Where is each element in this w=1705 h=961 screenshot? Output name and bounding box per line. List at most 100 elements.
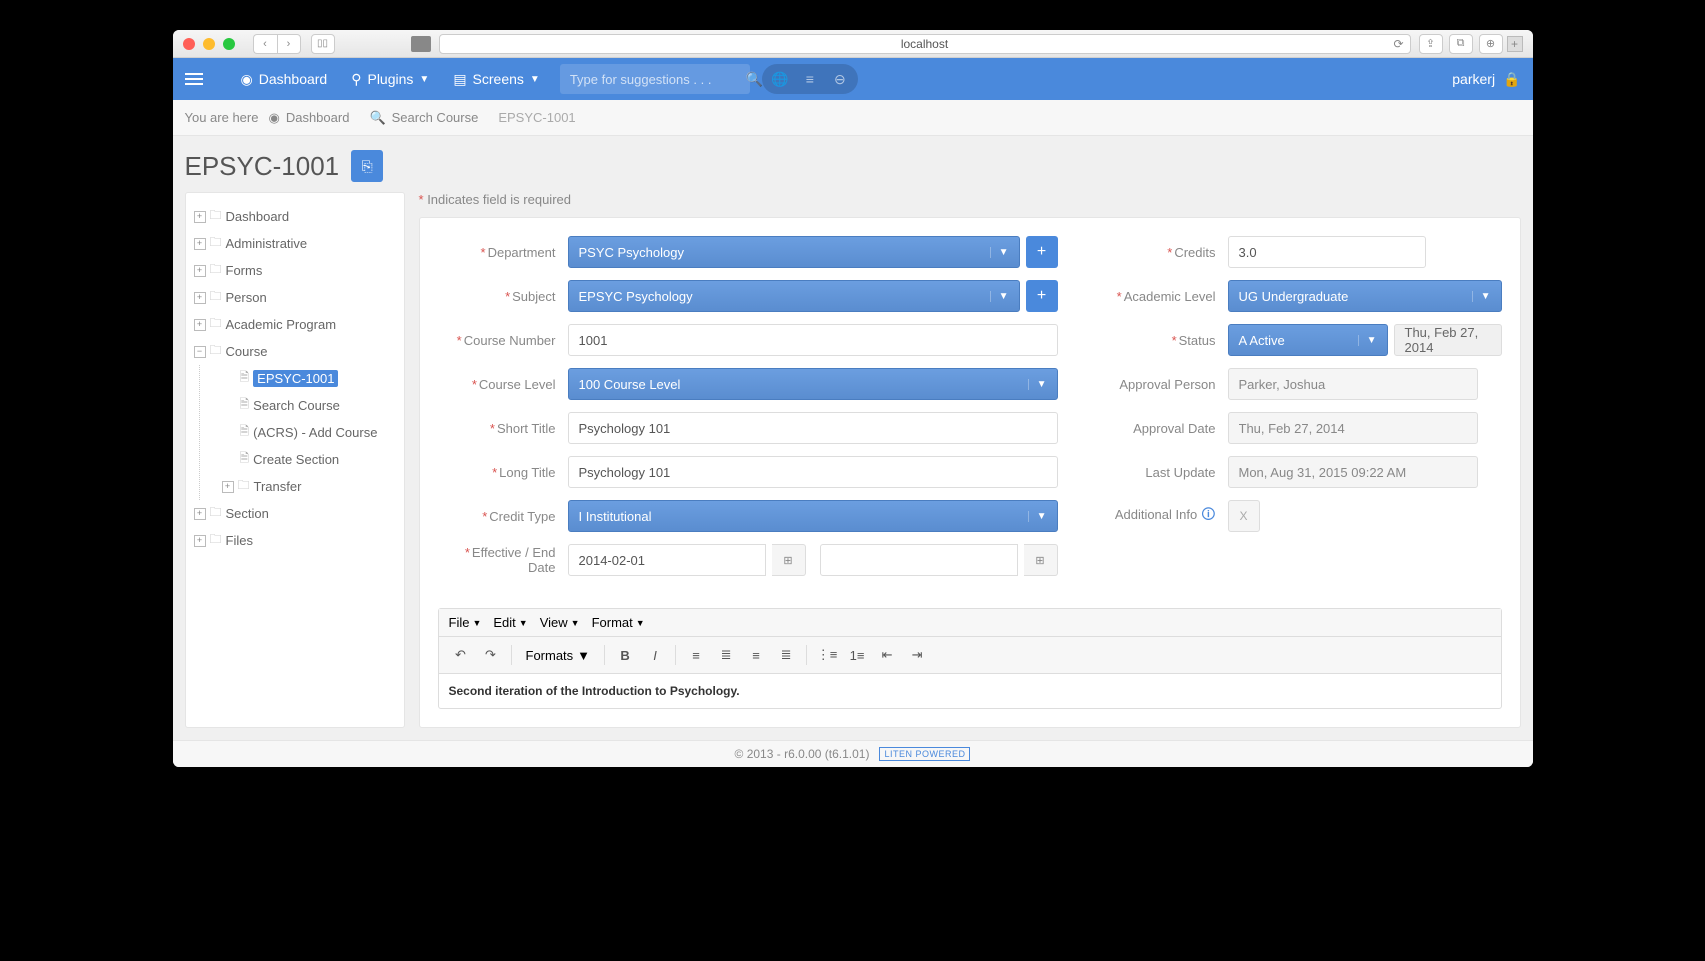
sidebar-item-transfer[interactable]: +🗀Transfer [210, 473, 396, 500]
breadcrumb-dashboard[interactable]: ◉ Dashboard [258, 110, 359, 126]
copy-button[interactable]: ⎘ [351, 150, 383, 182]
minus-circle-icon[interactable]: ⊖ [825, 67, 855, 91]
caret-down-icon: ▼ [530, 74, 540, 85]
sidebar-item-administrative[interactable]: +🗀Administrative [194, 230, 396, 257]
file-icon: 🗎 [240, 422, 250, 443]
label-additional-info: Additional Info🛈 [1098, 504, 1228, 528]
add-subject-button[interactable]: + [1026, 280, 1058, 312]
hamburger-menu[interactable] [185, 63, 217, 95]
editor-content[interactable]: Second iteration of the Introduction to … [439, 674, 1501, 708]
caret-down-icon: ▼ [1028, 511, 1047, 522]
caret-down-icon: ▼ [990, 291, 1009, 302]
sidebar-item-dashboard[interactable]: +🗀Dashboard [194, 203, 396, 230]
sidebar-item-epsyc-1001[interactable]: 🗎EPSYC-1001 [210, 365, 396, 392]
gauge-icon: ◉ [241, 71, 253, 88]
editor-menu-file[interactable]: File▼ [449, 615, 482, 630]
sidebar-item-add-course[interactable]: 🗎(ACRS) - Add Course [210, 419, 396, 446]
global-search[interactable]: 🔍 [560, 64, 750, 94]
input-course-number[interactable] [568, 324, 1058, 356]
reader-icon[interactable] [411, 36, 431, 52]
input-approval-person [1228, 368, 1478, 400]
nav-screens-label: Screens [473, 71, 524, 87]
maximize-window[interactable] [223, 38, 235, 50]
close-window[interactable] [183, 38, 195, 50]
back-button[interactable]: ‹ [253, 34, 277, 54]
input-end-date[interactable] [820, 544, 1018, 576]
bold-icon[interactable]: B [611, 641, 639, 669]
globe-icon[interactable]: 🌐 [765, 67, 795, 91]
sidebar-item-search-course[interactable]: 🗎Search Course [210, 392, 396, 419]
screens-icon: ▤ [453, 71, 466, 88]
nav-screens[interactable]: ▤ Screens ▼ [441, 58, 552, 100]
italic-icon[interactable]: I [641, 641, 669, 669]
align-center-icon[interactable]: ≣ [712, 641, 740, 669]
input-approval-date [1228, 412, 1478, 444]
formats-dropdown[interactable]: Formats▼ [518, 641, 599, 669]
align-left-icon[interactable]: ≡ [682, 641, 710, 669]
indent-icon[interactable]: ⇥ [903, 641, 931, 669]
gauge-icon: ◉ [268, 110, 279, 126]
tab-overview-button[interactable]: ▯▯ [311, 34, 335, 54]
tabs-icon[interactable]: ⧉ [1449, 34, 1473, 54]
input-effective-date[interactable] [568, 544, 766, 576]
sidebar-item-files[interactable]: +🗀Files [194, 527, 396, 554]
plug-icon: ⚲ [351, 71, 361, 88]
downloads-icon[interactable]: ⊕ [1479, 34, 1503, 54]
editor-menu-edit[interactable]: Edit▼ [493, 615, 527, 630]
window-controls [183, 38, 235, 50]
bullet-list-icon[interactable]: ⋮≡ [813, 641, 841, 669]
outdent-icon[interactable]: ⇤ [873, 641, 901, 669]
align-right-icon[interactable]: ≡ [742, 641, 770, 669]
input-long-title[interactable] [568, 456, 1058, 488]
editor-toolbar: ↶ ↷ Formats▼ B I ≡ ≣ ≡ ≣ ⋮≡ [439, 637, 1501, 674]
nav-dashboard[interactable]: ◉ Dashboard [229, 58, 340, 100]
refresh-icon[interactable]: ⟳ [1393, 37, 1403, 51]
url-field[interactable]: localhost ⟳ [439, 34, 1411, 54]
sidebar-item-academic-program[interactable]: +🗀Academic Program [194, 311, 396, 338]
share-icon[interactable]: ⇪ [1419, 34, 1443, 54]
redo-icon[interactable]: ↷ [477, 641, 505, 669]
undo-icon[interactable]: ↶ [447, 641, 475, 669]
label-course-number: *Course Number [438, 333, 568, 348]
label-credits: *Credits [1098, 245, 1228, 260]
label-approval-date: Approval Date [1098, 421, 1228, 436]
select-department[interactable]: PSYC Psychology▼ [568, 236, 1020, 268]
minimize-window[interactable] [203, 38, 215, 50]
label-course-level: *Course Level [438, 377, 568, 392]
add-department-button[interactable]: + [1026, 236, 1058, 268]
search-icon: 🔍 [369, 110, 385, 126]
search-icon[interactable]: 🔍 [746, 71, 763, 88]
editor-menu-view[interactable]: View▼ [540, 615, 580, 630]
breadcrumb-search-course[interactable]: 🔍 Search Course [359, 110, 488, 126]
new-tab-button[interactable]: + [1507, 36, 1523, 52]
user-name[interactable]: parkerj [1452, 71, 1495, 87]
sidebar-item-course[interactable]: −🗀Course [194, 338, 396, 365]
lock-icon[interactable]: 🔒 [1503, 71, 1520, 88]
select-subject[interactable]: EPSYC Psychology▼ [568, 280, 1020, 312]
select-credit-type[interactable]: I Institutional▼ [568, 500, 1058, 532]
input-short-title[interactable] [568, 412, 1058, 444]
select-course-level[interactable]: 100 Course Level▼ [568, 368, 1058, 400]
sidebar-item-section[interactable]: +🗀Section [194, 500, 396, 527]
align-justify-icon[interactable]: ≣ [772, 641, 800, 669]
label-approval-person: Approval Person [1098, 377, 1228, 392]
nav-dashboard-label: Dashboard [259, 71, 328, 87]
nav-plugins[interactable]: ⚲ Plugins ▼ [339, 58, 441, 100]
input-credits[interactable] [1228, 236, 1426, 268]
folder-icon: 🗀 [210, 206, 222, 227]
caret-down-icon: ▼ [990, 247, 1009, 258]
select-academic-level[interactable]: UG Undergraduate▼ [1228, 280, 1502, 312]
database-icon[interactable]: ≡ [795, 67, 825, 91]
select-status[interactable]: A Active▼ [1228, 324, 1388, 356]
sidebar-item-forms[interactable]: +🗀Forms [194, 257, 396, 284]
info-icon[interactable]: 🛈 [1201, 506, 1215, 522]
calendar-icon[interactable]: ⊞ [772, 544, 806, 576]
search-input[interactable] [570, 72, 746, 87]
sidebar-item-person[interactable]: +🗀Person [194, 284, 396, 311]
forward-button[interactable]: › [277, 34, 301, 54]
editor-menu-format[interactable]: Format▼ [592, 615, 645, 630]
number-list-icon[interactable]: 1≡ [843, 641, 871, 669]
sidebar-item-create-section[interactable]: 🗎Create Section [210, 446, 396, 473]
calendar-icon[interactable]: ⊞ [1024, 544, 1058, 576]
additional-info-x[interactable]: X [1228, 500, 1260, 532]
